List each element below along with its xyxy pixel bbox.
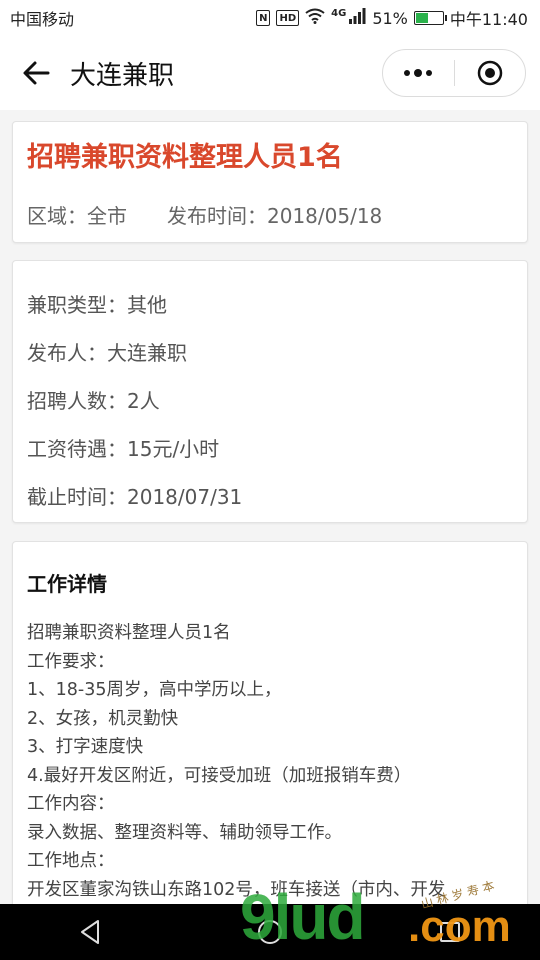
battery-level	[415, 13, 429, 23]
square-recents-icon	[440, 922, 460, 942]
clock: 中午11:40	[449, 10, 528, 29]
job-info-card: 兼职类型：其他 发布人：大连兼职 招聘人数：2人 工资待遇：15元/小时 截止时…	[12, 260, 528, 523]
hd-icon: HD	[276, 10, 300, 26]
job-header-card: 招聘兼职资料整理人员1名 区域：全市 发布时间：2018/05/18	[12, 121, 528, 243]
publish-time-label: 发布时间：2018/05/18	[167, 204, 383, 228]
battery-icon	[413, 11, 447, 25]
signal-icon	[348, 8, 366, 28]
detail-line: 1、18-35周岁，高中学历以上，	[27, 680, 282, 700]
detail-line: 4.最好开发区附近，可接受加班（加班报销车费）	[27, 765, 412, 786]
job-type: 兼职类型：其他	[27, 293, 167, 317]
status-bar: 中国移动 N HD 4G 51% 中午11:40	[0, 0, 540, 36]
detail-line: 3、打字速度快	[27, 737, 144, 757]
salary: 工资待遇：15元/小时	[27, 437, 220, 461]
job-details-card: 工作详情 招聘兼职资料整理人员1名 工作要求： 1、18-35周岁，高中学历以上…	[12, 541, 528, 921]
system-navigation-bar	[0, 904, 540, 960]
close-mini-program-button[interactable]	[455, 50, 526, 96]
system-recents-button[interactable]	[430, 912, 470, 952]
deadline: 截止时间：2018/07/31	[27, 485, 243, 509]
back-arrow-icon[interactable]	[20, 57, 52, 89]
triangle-back-icon	[81, 920, 99, 944]
detail-line: 工作要求：	[27, 651, 115, 672]
detail-line: 工作内容：	[27, 794, 115, 814]
circle-home-icon	[258, 920, 282, 944]
publisher: 发布人：大连兼职	[27, 341, 187, 365]
system-home-button[interactable]	[250, 912, 290, 952]
status-icons: N HD 4G 51% 中午11:40	[256, 6, 528, 30]
battery-percent: 51%	[372, 8, 408, 28]
detail-line: 工作地点：	[27, 851, 115, 871]
target-circle-icon	[477, 60, 502, 86]
navigation-bar: 大连兼职	[0, 36, 540, 110]
detail-line: 录入数据、整理资料等、辅助领导工作。	[27, 822, 342, 843]
details-section-title: 工作详情	[27, 572, 107, 596]
system-back-button[interactable]	[70, 912, 110, 952]
region-label: 区域：全市	[27, 204, 127, 228]
carrier-label: 中国移动	[10, 10, 75, 29]
mini-program-capsule	[382, 49, 526, 97]
job-title: 招聘兼职资料整理人员1名	[27, 142, 343, 173]
wifi-icon	[305, 8, 325, 28]
page-title: 大连兼职	[70, 60, 175, 91]
detail-line: 2、女孩，机灵勤快	[27, 708, 179, 729]
detail-line: 开发区董家沟铁山东路102号，班车接送（市内、开发	[27, 879, 446, 900]
job-meta-row: 区域：全市 发布时间：2018/05/18	[27, 200, 513, 229]
detail-line: 招聘兼职资料整理人员1名	[27, 623, 231, 643]
nfc-icon: N	[256, 10, 271, 26]
more-dots-icon	[404, 69, 433, 77]
network-type-label: 4G	[331, 7, 347, 19]
headcount: 招聘人数：2人	[27, 389, 160, 413]
more-options-button[interactable]	[383, 50, 454, 96]
